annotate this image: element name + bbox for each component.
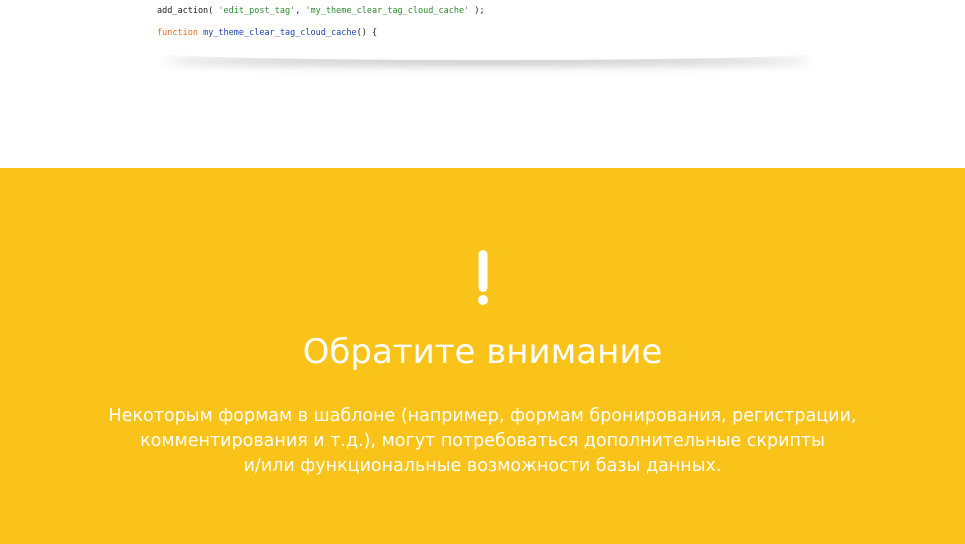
page: add_action( 'edit_post_tag', 'my_theme_c… xyxy=(0,0,965,544)
code-token-keyword: function xyxy=(157,28,198,38)
notice-section: Обратите внимание Некоторым формам в шаб… xyxy=(0,168,965,544)
notice-title: Обратите внимание xyxy=(302,332,663,372)
code-snippet: add_action( 'edit_post_tag', 'my_theme_c… xyxy=(153,0,818,46)
code-token-separator: , xyxy=(295,6,306,16)
code-token-end: () { xyxy=(356,28,378,38)
code-token-string: 'edit_post_tag' xyxy=(218,6,296,16)
code-snippet-shadow xyxy=(160,46,815,60)
code-token-function-call: add_action( xyxy=(157,6,214,16)
notice-text-line: Некоторым формам в шаблоне (например, фо… xyxy=(108,406,857,426)
notice-text: Некоторым формам в шаблоне (например, фо… xyxy=(80,404,885,479)
code-section: add_action( 'edit_post_tag', 'my_theme_c… xyxy=(0,0,965,168)
code-line-1: add_action( 'edit_post_tag', 'my_theme_c… xyxy=(157,6,485,16)
code-token-function-name: my_theme_clear_tag_cloud_cache xyxy=(203,28,357,38)
code-token-string: 'my_theme_clear_tag_cloud_cache' xyxy=(305,6,470,16)
code-token-end: ); xyxy=(469,6,485,16)
exclamation-icon xyxy=(0,248,965,314)
code-line-2: function my_theme_clear_tag_cloud_cache(… xyxy=(157,28,377,38)
notice-text-line: и/или функциональные возможности базы да… xyxy=(243,456,722,476)
notice-text-line: комментирования и т.д.), могут потребова… xyxy=(140,431,825,451)
